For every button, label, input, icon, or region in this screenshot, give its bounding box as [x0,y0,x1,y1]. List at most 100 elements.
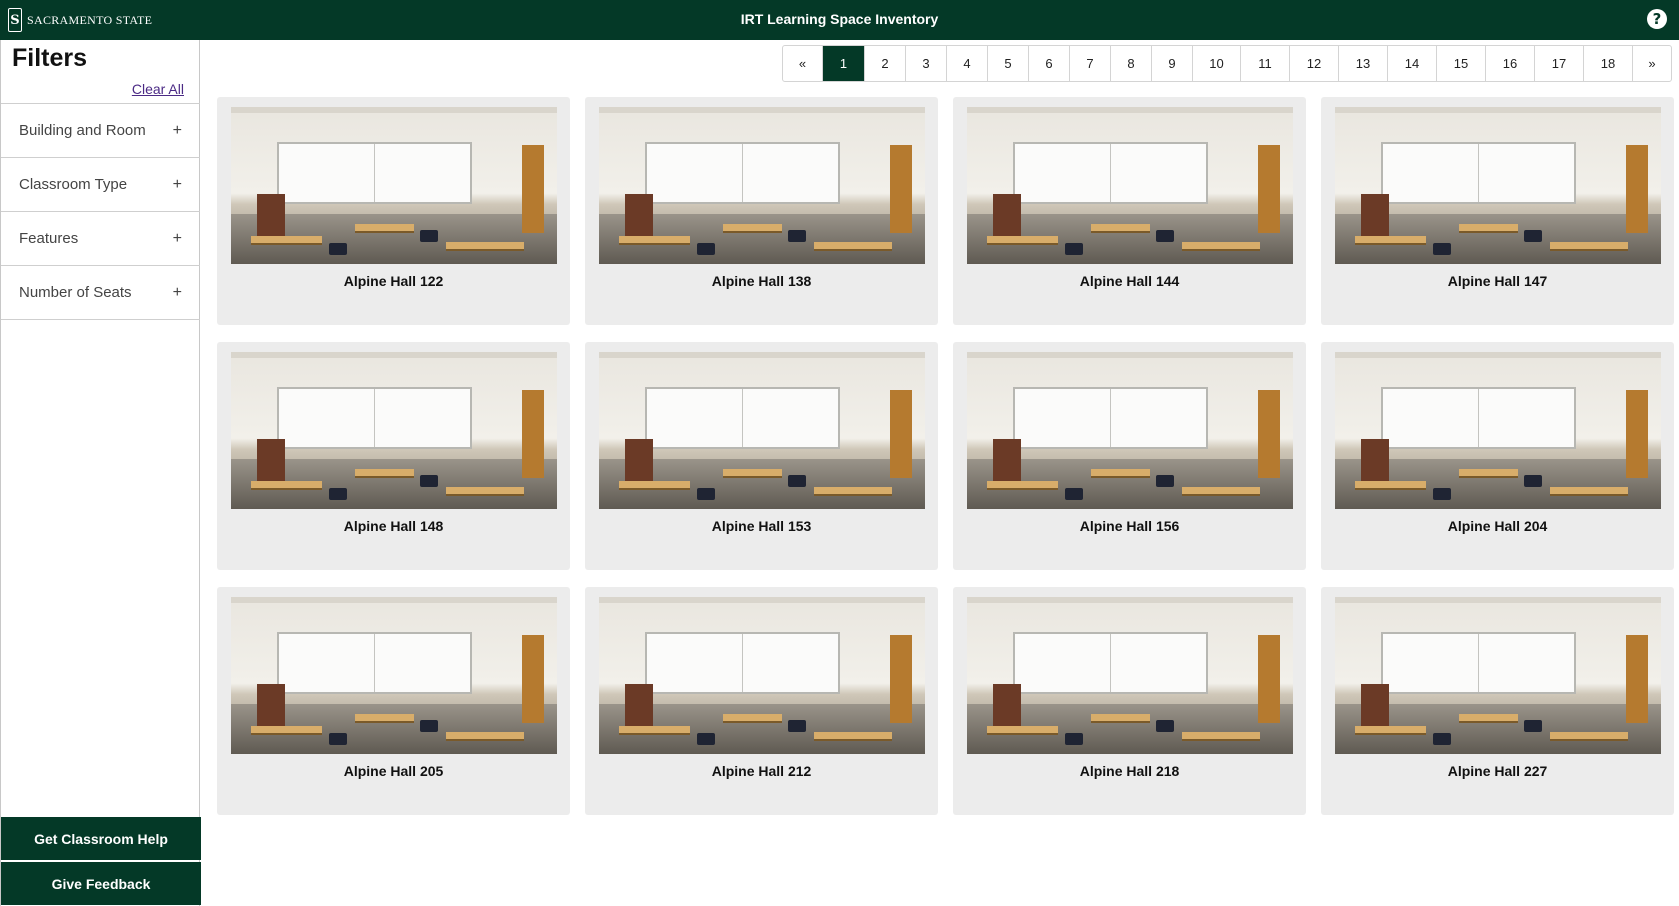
room-name: Alpine Hall 122 [343,273,444,289]
desk [986,726,1059,736]
room-photo[interactable] [967,352,1293,509]
page-button[interactable]: 7 [1069,46,1110,81]
room-name: Alpine Hall 144 [1079,273,1180,289]
plus-icon: + [172,229,182,247]
page-button[interactable]: 13 [1338,46,1387,81]
room-card[interactable]: Alpine Hall 227 [1321,587,1674,815]
desk [618,726,691,736]
room-photo[interactable] [599,107,925,264]
chair [1524,230,1543,243]
page-button[interactable]: 17 [1534,46,1583,81]
room-name: Alpine Hall 218 [1079,763,1180,779]
filter-features[interactable]: Features + [1,212,200,266]
page-button[interactable]: 11 [1240,46,1289,81]
help-icon[interactable]: ? [1647,9,1667,29]
desk [446,732,525,742]
desk [722,468,782,478]
room-card[interactable]: Alpine Hall 205 [217,587,570,815]
desk [722,713,782,723]
room-grid: Alpine Hall 122 Alpine Hall 138 Alpine H… [217,97,1674,815]
whiteboard [644,386,841,450]
page-button[interactable]: 15 [1436,46,1485,81]
room-name: Alpine Hall 138 [711,273,812,289]
chair [1524,475,1543,488]
page-button[interactable]: 14 [1387,46,1436,81]
podium [625,683,654,726]
filter-label: Classroom Type [19,176,128,193]
whiteboard [1380,631,1577,695]
room-photo[interactable] [967,597,1293,754]
page-button[interactable]: 18 [1583,46,1632,81]
give-feedback-button[interactable]: Give Feedback [1,862,201,905]
room-card[interactable]: Alpine Hall 148 [217,342,570,570]
room-photo[interactable] [599,352,925,509]
page-button[interactable]: 10 [1192,46,1240,81]
whiteboard [276,386,473,450]
prev-page-button[interactable]: « [783,46,822,81]
room-card[interactable]: Alpine Hall 212 [585,587,938,815]
desk [722,223,782,233]
page-button[interactable]: 2 [864,46,905,81]
chair [788,475,807,488]
whiteboard [276,631,473,695]
page-button[interactable]: 9 [1151,46,1192,81]
room-card[interactable]: Alpine Hall 147 [1321,97,1674,325]
room-name: Alpine Hall 147 [1447,273,1548,289]
room-photo[interactable] [231,107,557,264]
room-card[interactable]: Alpine Hall 144 [953,97,1306,325]
room-name: Alpine Hall 227 [1447,763,1548,779]
room-card[interactable]: Alpine Hall 156 [953,342,1306,570]
filter-classroom-type[interactable]: Classroom Type + [1,158,200,212]
page-button[interactable]: 4 [946,46,987,81]
whiteboard [1012,386,1209,450]
chair [1432,732,1451,745]
plus-icon: + [172,175,182,193]
room-name: Alpine Hall 148 [343,518,444,534]
page-button[interactable]: 1 [822,46,864,81]
get-classroom-help-button[interactable]: Get Classroom Help [1,817,201,860]
page-button[interactable]: 8 [1110,46,1151,81]
desk [250,236,323,246]
chair [788,720,807,733]
room-card[interactable]: Alpine Hall 153 [585,342,938,570]
room-card[interactable]: Alpine Hall 218 [953,587,1306,815]
desk [354,223,414,233]
room-card[interactable]: Alpine Hall 122 [217,97,570,325]
whiteboard [1380,141,1577,205]
filter-label: Number of Seats [19,284,132,301]
chair [1524,720,1543,733]
filter-building-and-room[interactable]: Building and Room + [1,104,200,158]
page-button[interactable]: 5 [987,46,1028,81]
room-card[interactable]: Alpine Hall 138 [585,97,938,325]
room-card[interactable]: Alpine Hall 204 [1321,342,1674,570]
ceiling [1335,352,1661,358]
next-page-button[interactable]: » [1632,46,1671,81]
chair [328,242,347,255]
room-photo[interactable] [599,597,925,754]
podium [625,193,654,236]
filter-label: Features [19,230,79,247]
room-photo[interactable] [1335,597,1661,754]
room-photo[interactable] [1335,352,1661,509]
room-photo[interactable] [1335,107,1661,264]
room-photo[interactable] [967,107,1293,264]
room-name: Alpine Hall 205 [343,763,444,779]
page-button[interactable]: 16 [1485,46,1534,81]
clear-all-link[interactable]: Clear All [132,81,184,97]
chair [1156,230,1175,243]
desk [986,481,1059,491]
desk [250,481,323,491]
page-button[interactable]: 6 [1028,46,1069,81]
desk [354,468,414,478]
filter-number-of-seats[interactable]: Number of Seats + [1,266,200,320]
page-button[interactable]: 3 [905,46,946,81]
app-title: IRT Learning Space Inventory [740,11,939,27]
desk [618,236,691,246]
plus-icon: + [172,121,182,139]
room-photo[interactable] [231,597,557,754]
chair [696,242,715,255]
chair [1156,720,1175,733]
room-photo[interactable] [231,352,557,509]
desk [1354,236,1427,246]
page-button[interactable]: 12 [1289,46,1338,81]
